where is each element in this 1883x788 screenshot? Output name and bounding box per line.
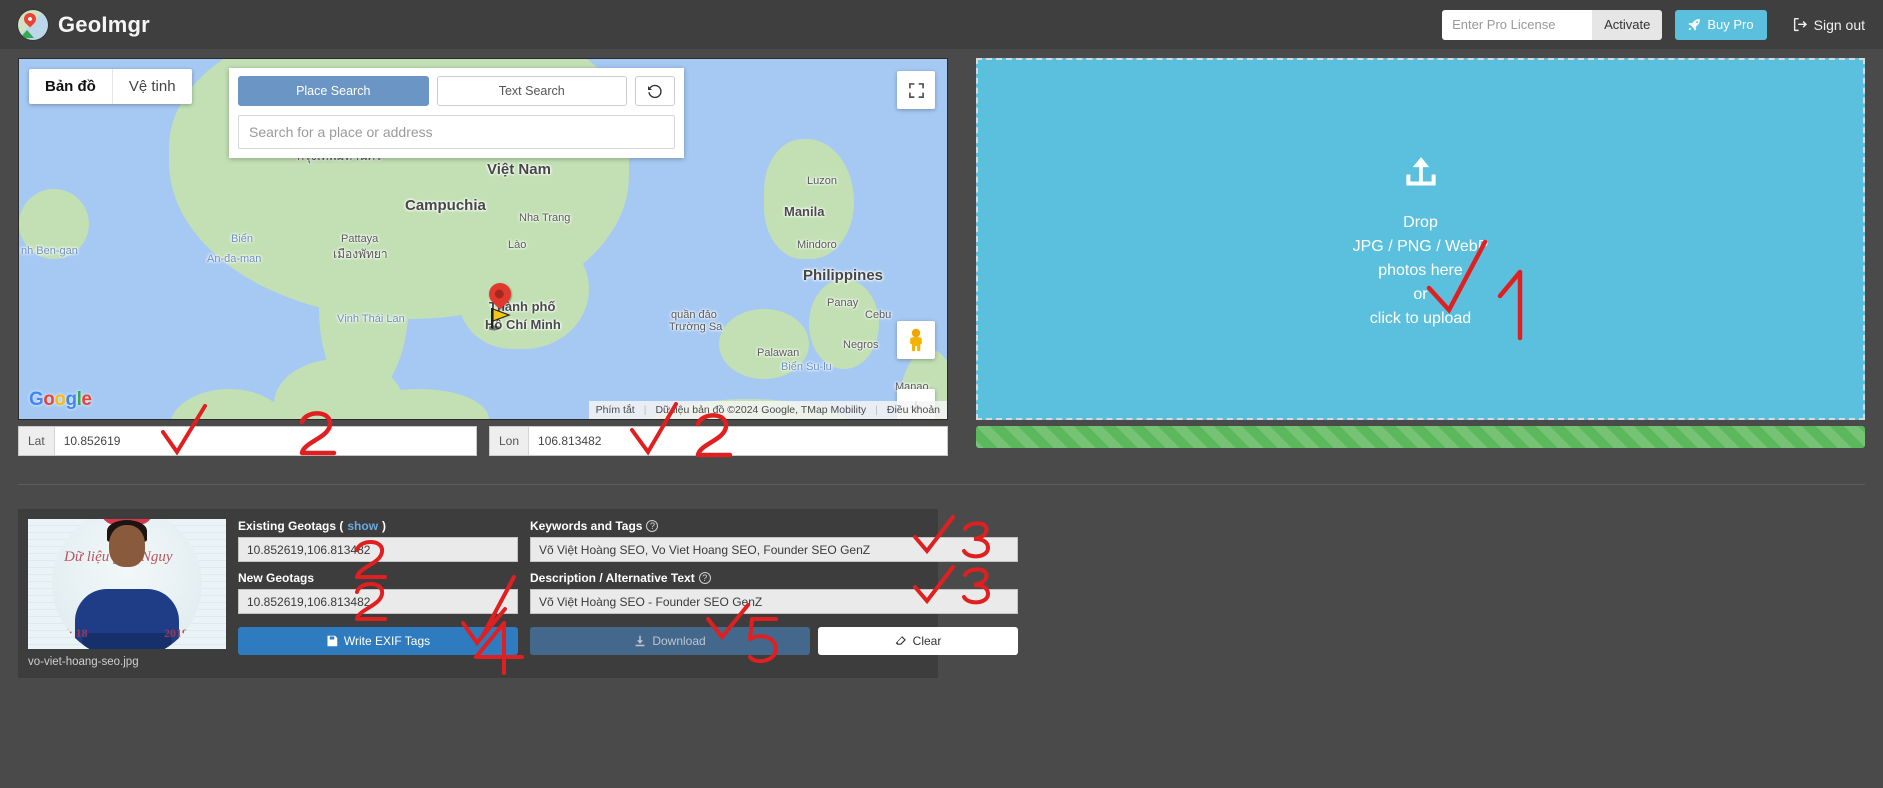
- map-flag-marker: [488, 308, 515, 337]
- map-terms-link[interactable]: Điều khoản: [887, 404, 940, 416]
- buy-pro-button[interactable]: Buy Pro: [1675, 9, 1767, 40]
- geotag-column: Existing Geotags (show) New Geotags Writ…: [238, 519, 518, 668]
- sign-out-label: Sign out: [1813, 16, 1865, 33]
- write-exif-tags-label: Write EXIF Tags: [343, 634, 431, 648]
- search-panel: Place Search Text Search: [229, 68, 684, 158]
- lat-input[interactable]: [54, 427, 476, 455]
- fullscreen-icon: [908, 82, 925, 99]
- thumbnail-left-overlay: N: 18: [60, 626, 88, 640]
- top-region: Bản đồ Vệ tinh Place Search Text Search: [0, 49, 1883, 458]
- description-input[interactable]: [530, 589, 1018, 614]
- portrait-image: Dữ liệu gia: Nguy N: 18 2019: [52, 519, 202, 649]
- activate-button[interactable]: Activate: [1592, 9, 1663, 40]
- show-geotags-link[interactable]: show: [347, 519, 378, 533]
- photo-fields: Existing Geotags (show) New Geotags Writ…: [238, 519, 1018, 668]
- map-column: Bản đồ Vệ tinh Place Search Text Search: [18, 58, 948, 458]
- google-map[interactable]: Bản đồ Vệ tinh Place Search Text Search: [18, 58, 948, 420]
- clear-label: Clear: [912, 634, 942, 648]
- metadata-column: Keywords and Tags ? Description / Altern…: [530, 519, 1018, 668]
- upload-column: Drop JPG / PNG / WebP photos here or cli…: [976, 58, 1865, 456]
- photo-card-wrapper: Dữ liệu gia: Nguy N: 18 2019 vo-viet-hoa…: [0, 485, 1883, 678]
- photo-thumbnail[interactable]: Dữ liệu gia: Nguy N: 18 2019: [28, 519, 226, 649]
- buy-pro-label: Buy Pro: [1707, 17, 1754, 32]
- rocket-icon: [1688, 18, 1701, 31]
- download-button[interactable]: Download: [530, 627, 810, 655]
- description-label: Description / Alternative Text ?: [530, 571, 1018, 585]
- brand[interactable]: GeoImgr: [18, 9, 150, 40]
- download-label: Download: [652, 634, 706, 648]
- dropzone-line-4: or: [1413, 286, 1428, 303]
- street-view-pegman-button[interactable]: [897, 321, 935, 359]
- cloud-upload-icon: [1398, 147, 1444, 191]
- geoimgr-logo-icon: [18, 9, 48, 40]
- map-fullscreen-button[interactable]: [897, 71, 935, 109]
- search-history-button[interactable]: [635, 76, 675, 106]
- search-tabs: Place Search Text Search: [238, 76, 675, 106]
- lat-label: Lat: [19, 427, 55, 455]
- dropzone-line-3: photos here: [1378, 262, 1463, 279]
- dropzone-line-2: JPG / PNG / WebP: [1352, 238, 1489, 255]
- lat-field-group[interactable]: Lat: [18, 426, 477, 456]
- sign-out-link[interactable]: Sign out: [1793, 17, 1865, 33]
- coordinates-row: Lat Lon: [18, 402, 948, 458]
- thumbnail-right-overlay: 2019: [164, 626, 188, 640]
- dropzone-line-1: Drop: [1403, 214, 1438, 231]
- lon-field-group[interactable]: Lon: [489, 426, 948, 456]
- photo-card: Dữ liệu gia: Nguy N: 18 2019 vo-viet-hoa…: [18, 509, 1018, 678]
- thumbnail-column: Dữ liệu gia: Nguy N: 18 2019 vo-viet-hoa…: [28, 519, 226, 668]
- map-type-control[interactable]: Bản đồ Vệ tinh: [29, 69, 192, 104]
- pro-license-input[interactable]: [1442, 9, 1593, 40]
- action-buttons-right: Download Clear: [530, 627, 1018, 655]
- history-icon: [647, 83, 663, 99]
- keywords-help-icon[interactable]: ?: [646, 520, 659, 532]
- new-geotags-input[interactable]: [238, 589, 518, 614]
- map-type-satellite[interactable]: Vệ tinh: [111, 69, 192, 104]
- lon-label: Lon: [490, 427, 530, 455]
- download-icon: [634, 635, 646, 647]
- keywords-input[interactable]: [530, 537, 1018, 562]
- street-view-pegman-icon: [906, 328, 926, 352]
- sign-out-icon: [1793, 17, 1808, 32]
- tab-text-search[interactable]: Text Search: [436, 76, 627, 106]
- dropzone-line-5: click to upload: [1369, 310, 1472, 327]
- tab-place-search[interactable]: Place Search: [238, 76, 429, 106]
- eraser-icon: [895, 635, 907, 647]
- keywords-label: Keywords and Tags ?: [530, 519, 1018, 533]
- top-bar-actions: Activate Buy Pro Sign out: [1442, 9, 1865, 40]
- upload-dropzone[interactable]: Drop JPG / PNG / WebP photos here or cli…: [976, 58, 1865, 420]
- save-disk-icon: [326, 635, 338, 647]
- place-search-input[interactable]: [238, 115, 675, 149]
- map-landmass: [809, 279, 879, 369]
- photo-filename: vo-viet-hoang-seo.jpg: [28, 656, 139, 668]
- google-logo: Google: [29, 389, 92, 410]
- action-buttons-left: Write EXIF Tags: [238, 627, 518, 655]
- upload-progress-bar: [976, 426, 1865, 448]
- upload-progress: [976, 426, 1865, 448]
- new-geotags-label: New Geotags: [238, 571, 315, 585]
- dropzone-text: Drop JPG / PNG / WebP photos here or cli…: [1353, 211, 1489, 331]
- map-attribution: Phím tắt | Dữ liệu bản đồ ©2024 Google, …: [588, 401, 947, 419]
- map-keyboard-shortcuts[interactable]: Phím tắt: [596, 404, 635, 416]
- existing-geotags-label: Existing Geotags (show): [238, 519, 387, 533]
- top-navigation-bar: GeoImgr Activate Buy Pro Sign out: [0, 0, 1883, 49]
- map-location-marker[interactable]: [484, 278, 516, 310]
- existing-geotags-input[interactable]: [238, 537, 518, 562]
- description-help-icon[interactable]: ?: [698, 572, 711, 584]
- write-exif-tags-button[interactable]: Write EXIF Tags: [238, 627, 518, 655]
- map-data-credit: Dữ liệu bản đồ ©2024 Google, TMap Mobili…: [655, 404, 867, 416]
- lon-input[interactable]: [529, 427, 947, 455]
- map-type-roadmap[interactable]: Bản đồ: [29, 69, 112, 104]
- clear-button[interactable]: Clear: [818, 627, 1018, 655]
- brand-name: GeoImgr: [58, 11, 150, 37]
- annotation-number-upload: [1497, 269, 1538, 342]
